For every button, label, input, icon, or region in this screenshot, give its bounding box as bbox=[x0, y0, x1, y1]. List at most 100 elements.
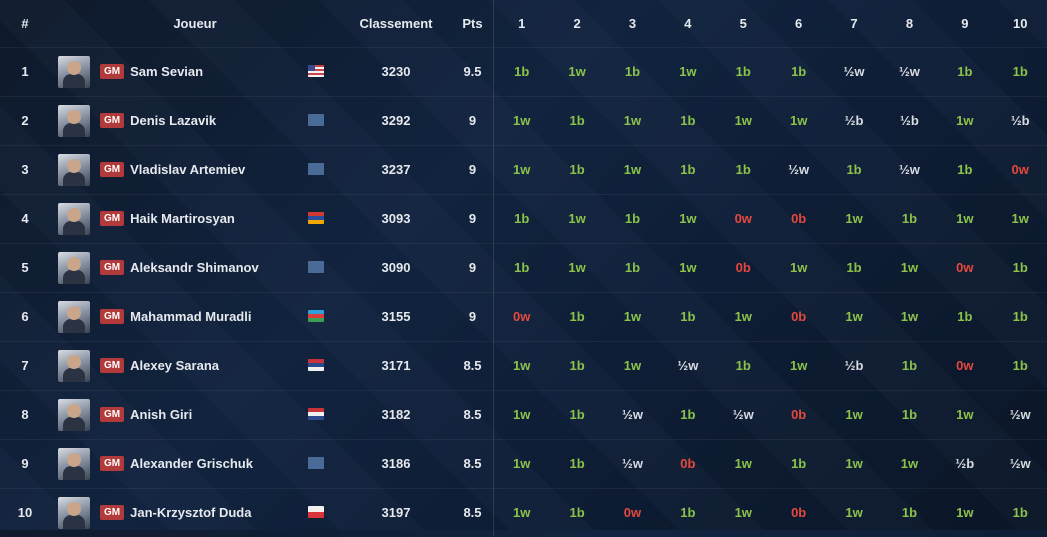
player-name-link[interactable]: Mahammad Muradli bbox=[130, 309, 251, 324]
round-result[interactable]: 1b bbox=[494, 243, 550, 292]
round-result[interactable]: 1b bbox=[771, 47, 826, 96]
round-result[interactable]: 0w bbox=[494, 292, 550, 341]
header-round[interactable]: 5 bbox=[716, 0, 771, 47]
player-cell[interactable]: GM Vladislav Artemiev bbox=[50, 145, 340, 194]
round-result[interactable]: 1b bbox=[605, 243, 660, 292]
standings-row[interactable]: 6 GM Mahammad Muradli 3155 9 0w 1b 1w 1b 1w 0b 1w 1w… bbox=[0, 292, 1047, 341]
avatar[interactable] bbox=[58, 251, 90, 284]
round-result[interactable]: 1b bbox=[716, 47, 771, 96]
round-result[interactable]: 0b bbox=[660, 439, 715, 488]
avatar[interactable] bbox=[58, 202, 90, 235]
round-result[interactable]: 0b bbox=[771, 390, 826, 439]
round-result[interactable]: ½w bbox=[605, 439, 660, 488]
player-cell[interactable]: GM Jan-Krzysztof Duda bbox=[50, 488, 340, 537]
header-round[interactable]: 2 bbox=[549, 0, 604, 47]
round-result[interactable]: 1w bbox=[494, 390, 550, 439]
header-round[interactable]: 3 bbox=[605, 0, 660, 47]
round-result[interactable]: 0w bbox=[937, 341, 992, 390]
standings-row[interactable]: 8 GM Anish Giri 3182 8.5 1w 1b ½w 1b ½w 0b 1w 1b 1w ½w bbox=[0, 390, 1047, 439]
round-result[interactable]: 1w bbox=[882, 292, 937, 341]
player-name-link[interactable]: Aleksandr Shimanov bbox=[130, 260, 259, 275]
round-result[interactable]: 1b bbox=[771, 439, 826, 488]
round-result[interactable]: 0w bbox=[993, 145, 1047, 194]
round-result[interactable]: 1w bbox=[882, 439, 937, 488]
round-result[interactable]: ½w bbox=[605, 390, 660, 439]
standings-row[interactable]: 5 GM Aleksandr Shimanov 3090 9 1b 1w 1b 1w 0b 1w 1b… bbox=[0, 243, 1047, 292]
standings-row[interactable]: 3 GM Vladislav Artemiev 3237 9 1w 1b 1w 1b 1b ½w 1b… bbox=[0, 145, 1047, 194]
round-result[interactable]: ½w bbox=[882, 145, 937, 194]
round-result[interactable]: ½b bbox=[937, 439, 992, 488]
standings-row[interactable]: 1 GM Sam Sevian 3230 9.5 1b 1w 1b 1w 1b 1b ½w ½w 1b 1b bbox=[0, 47, 1047, 96]
round-result[interactable]: 1w bbox=[605, 292, 660, 341]
round-result[interactable]: 1b bbox=[660, 292, 715, 341]
avatar[interactable] bbox=[58, 447, 90, 480]
avatar[interactable] bbox=[58, 398, 90, 431]
round-result[interactable]: 1w bbox=[937, 488, 992, 537]
round-result[interactable]: 1b bbox=[605, 47, 660, 96]
round-result[interactable]: 1b bbox=[882, 194, 937, 243]
round-result[interactable]: 1w bbox=[605, 341, 660, 390]
round-result[interactable]: ½w bbox=[993, 390, 1047, 439]
round-result[interactable]: ½w bbox=[826, 47, 881, 96]
round-result[interactable]: 1w bbox=[494, 439, 550, 488]
round-result[interactable]: 0w bbox=[937, 243, 992, 292]
round-result[interactable]: ½w bbox=[882, 47, 937, 96]
player-cell[interactable]: GM Anish Giri bbox=[50, 390, 340, 439]
round-result[interactable]: 1b bbox=[660, 488, 715, 537]
round-result[interactable]: 1w bbox=[882, 243, 937, 292]
round-result[interactable]: 1b bbox=[549, 390, 604, 439]
header-rating[interactable]: Classement bbox=[340, 0, 452, 47]
round-result[interactable]: 1w bbox=[494, 341, 550, 390]
round-result[interactable]: 1b bbox=[993, 488, 1047, 537]
player-cell[interactable]: GM Denis Lazavik bbox=[50, 96, 340, 145]
round-result[interactable]: 1w bbox=[771, 341, 826, 390]
player-cell[interactable]: GM Alexey Sarana bbox=[50, 341, 340, 390]
player-name-link[interactable]: Haik Martirosyan bbox=[130, 211, 235, 226]
round-result[interactable]: 1w bbox=[660, 194, 715, 243]
round-result[interactable]: 1w bbox=[549, 243, 604, 292]
round-result[interactable]: 1w bbox=[937, 390, 992, 439]
round-result[interactable]: 1b bbox=[826, 243, 881, 292]
round-result[interactable]: 1w bbox=[716, 292, 771, 341]
round-result[interactable]: 1w bbox=[549, 194, 604, 243]
round-result[interactable]: 1w bbox=[826, 390, 881, 439]
round-result[interactable]: 1w bbox=[826, 439, 881, 488]
round-result[interactable]: 1w bbox=[937, 194, 992, 243]
round-result[interactable]: 1w bbox=[605, 96, 660, 145]
round-result[interactable]: 1b bbox=[937, 47, 992, 96]
round-result[interactable]: 1w bbox=[826, 292, 881, 341]
round-result[interactable]: 0w bbox=[605, 488, 660, 537]
round-result[interactable]: ½w bbox=[771, 145, 826, 194]
standings-row[interactable]: 10 GM Jan-Krzysztof Duda 3197 8.5 1w 1b 0w 1b 1w 0… bbox=[0, 488, 1047, 537]
round-result[interactable]: 1w bbox=[494, 488, 550, 537]
round-result[interactable]: 1b bbox=[937, 292, 992, 341]
round-result[interactable]: 1b bbox=[993, 292, 1047, 341]
avatar[interactable] bbox=[58, 55, 90, 88]
player-name-link[interactable]: Sam Sevian bbox=[130, 64, 203, 79]
round-result[interactable]: 1b bbox=[716, 145, 771, 194]
round-result[interactable]: 1b bbox=[494, 194, 550, 243]
round-result[interactable]: 1b bbox=[716, 341, 771, 390]
round-result[interactable]: 0w bbox=[716, 194, 771, 243]
round-result[interactable]: 1w bbox=[716, 488, 771, 537]
round-result[interactable]: 1b bbox=[549, 145, 604, 194]
player-cell[interactable]: GM Mahammad Muradli bbox=[50, 292, 340, 341]
header-rank[interactable]: # bbox=[0, 0, 50, 47]
round-result[interactable]: ½b bbox=[826, 96, 881, 145]
player-name-link[interactable]: Jan-Krzysztof Duda bbox=[130, 505, 251, 520]
round-result[interactable]: 1w bbox=[771, 96, 826, 145]
round-result[interactable]: 1w bbox=[937, 96, 992, 145]
round-result[interactable]: 1b bbox=[882, 341, 937, 390]
round-result[interactable]: ½w bbox=[716, 390, 771, 439]
round-result[interactable]: 1b bbox=[993, 47, 1047, 96]
player-cell[interactable]: GM Alexander Grischuk bbox=[50, 439, 340, 488]
player-cell[interactable]: GM Haik Martirosyan bbox=[50, 194, 340, 243]
avatar[interactable] bbox=[58, 349, 90, 382]
round-result[interactable]: ½w bbox=[993, 439, 1047, 488]
header-round[interactable]: 10 bbox=[993, 0, 1047, 47]
round-result[interactable]: ½b bbox=[993, 96, 1047, 145]
round-result[interactable]: 1b bbox=[549, 96, 604, 145]
round-result[interactable]: 1w bbox=[660, 243, 715, 292]
header-round[interactable]: 6 bbox=[771, 0, 826, 47]
round-result[interactable]: 1b bbox=[605, 194, 660, 243]
